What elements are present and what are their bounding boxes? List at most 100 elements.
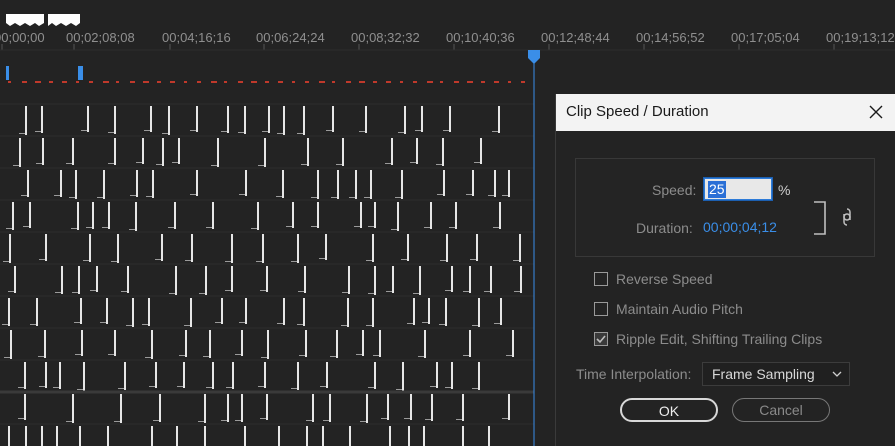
clip-edge-cap (126, 325, 132, 326)
clip-edge (455, 202, 457, 229)
clip-edge-cap (360, 421, 366, 422)
maintain-audio-pitch-checkbox[interactable] (594, 302, 608, 316)
clip-edge-cap (39, 259, 45, 260)
clip-edge (79, 426, 81, 446)
marker-dash (184, 81, 187, 83)
clip-edge-cap (156, 164, 162, 165)
clip-edge-cap (71, 228, 77, 229)
clip-edge-cap (258, 386, 264, 387)
clip-edge (120, 394, 122, 423)
clip-edge-cap (502, 195, 508, 196)
clip-edge-cap (72, 292, 78, 293)
clip-edge-cap (437, 194, 443, 195)
cancel-button[interactable]: Cancel (732, 398, 830, 422)
clip-edge (449, 106, 451, 132)
chevron-down-icon (832, 371, 842, 377)
timecode-label: 00;06;24;24 (256, 30, 325, 45)
clip-edge (446, 234, 448, 262)
clip-edge-cap (443, 130, 449, 131)
clip-edge (78, 266, 80, 294)
clip-edge-cap (100, 322, 106, 323)
dialog-titlebar[interactable]: Clip Speed / Duration (556, 94, 895, 131)
speed-input[interactable]: 25 (703, 177, 773, 201)
in-point-marker[interactable] (78, 66, 83, 80)
clip-edge-cap (342, 292, 348, 293)
clip-edge-cap (198, 421, 204, 422)
clip-edge (348, 266, 350, 294)
clip-edge (326, 362, 328, 388)
clip-edge (478, 362, 480, 390)
marker-dash (427, 81, 433, 83)
marker-dash (494, 81, 499, 83)
clip-edge-cap (145, 357, 151, 358)
chain-link-icon[interactable] (841, 206, 853, 228)
clip-edge (245, 298, 247, 324)
marker-dash (373, 81, 377, 83)
clip-edge (472, 170, 474, 196)
clip-edge (282, 170, 284, 198)
clip-edge-cap (311, 197, 317, 198)
clip-edge (45, 234, 47, 261)
clip-edge-cap (336, 164, 342, 165)
clip-edge (159, 394, 161, 422)
clip-edge (462, 394, 464, 421)
clip-edge (397, 202, 399, 231)
clip-edge (196, 170, 198, 196)
clip-edge (264, 362, 266, 388)
clip-edge-cap (439, 324, 445, 325)
clip-edge-cap (114, 421, 120, 422)
clip-edge (498, 106, 500, 133)
clip-edge-cap (404, 418, 410, 419)
marker-dash (224, 81, 227, 83)
reverse-speed-checkbox[interactable] (594, 272, 608, 286)
clip-edge (431, 394, 433, 421)
clip-edge-cap (172, 162, 178, 163)
clip-edge-cap (54, 195, 60, 196)
duration-value[interactable]: 00;00;04;12 (703, 219, 777, 235)
clip-edge (14, 266, 16, 293)
time-interpolation-select[interactable]: Frame Sampling (702, 362, 850, 386)
clip-edge (297, 234, 299, 263)
clip-edge-cap (155, 259, 161, 260)
clip-edge (283, 106, 285, 135)
clip-edge-cap (118, 388, 124, 389)
clip-edge (132, 298, 134, 327)
ok-button[interactable]: OK (620, 398, 718, 422)
clip-edge-cap (221, 420, 227, 421)
clip-edge (312, 394, 314, 422)
clip-edge (72, 394, 74, 423)
clip-edge-cap (39, 386, 45, 387)
close-button[interactable] (856, 94, 895, 131)
clip-edge (204, 426, 206, 446)
clip-edge-cap (368, 226, 374, 227)
clip-edge (45, 362, 47, 388)
clip-edge (183, 362, 185, 388)
clip-edge (303, 298, 305, 326)
clip-edge-cap (418, 356, 424, 357)
ripple-edit-checkbox[interactable] (594, 332, 608, 346)
clip-edge-cap (74, 322, 80, 323)
marker-dash (359, 81, 365, 83)
marker-dash (170, 81, 175, 83)
speed-label: Speed: (652, 182, 697, 198)
clip-edge (151, 426, 153, 446)
marker-dash (76, 81, 79, 83)
clip-edge-cap (162, 133, 168, 134)
clip-edge-cap (291, 388, 297, 389)
clip-edge-cap (19, 133, 25, 134)
clip-edge (266, 266, 268, 292)
clip-edge (227, 106, 229, 133)
clip-edge-cap (386, 291, 392, 292)
clip-edge-cap (121, 291, 127, 292)
clip-edge-cap (385, 163, 391, 164)
clip-speed-dialog: Clip Speed / Duration Speed: 25 % Durati… (555, 94, 895, 446)
clip-edge-cap (129, 229, 135, 230)
clip-edge (185, 330, 187, 357)
clip-edge (161, 234, 163, 261)
clip-edge (232, 362, 234, 389)
marker-dash (211, 81, 217, 83)
clip-edge (231, 234, 233, 263)
clip-edge-cap (484, 291, 490, 292)
timecode-label: 00;08;32;32 (351, 30, 420, 45)
clip-edge (365, 106, 367, 133)
